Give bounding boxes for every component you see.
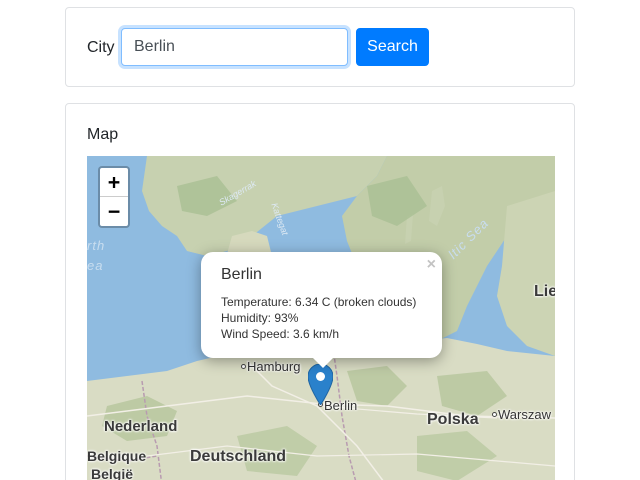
- location-marker-icon[interactable]: [308, 364, 333, 405]
- north-sea-label-1: rth: [87, 238, 106, 253]
- zoom-control: + −: [98, 166, 130, 228]
- search-card: City Search: [65, 7, 575, 87]
- warszawa-label: Warszaw: [498, 407, 551, 422]
- map-card: Map Skagerrak Kattegat ltic Sea rth ea L…: [65, 103, 575, 480]
- map-view[interactable]: Skagerrak Kattegat ltic Sea rth ea Lie H…: [87, 156, 555, 480]
- nederland-label: Nederland: [104, 418, 178, 435]
- hamburg-label: Hamburg: [247, 359, 301, 374]
- map-title: Map: [87, 126, 119, 143]
- belgique-label: Belgique: [87, 448, 147, 464]
- popup-temperature: Temperature: 6.34 C (broken clouds): [221, 295, 417, 309]
- weather-popup: × Berlin Temperature: 6.34 C (broken clo…: [201, 252, 442, 368]
- zoom-in-button[interactable]: +: [100, 168, 128, 197]
- city-input[interactable]: [121, 28, 348, 66]
- popup-wind-speed: Wind Speed: 3.6 km/h: [221, 327, 340, 341]
- search-button[interactable]: Search: [356, 28, 429, 66]
- popup-close-button[interactable]: ×: [427, 256, 436, 274]
- zoom-out-button[interactable]: −: [100, 197, 128, 226]
- popup-humidity: Humidity: 93%: [221, 311, 299, 325]
- hamburg-dot: [241, 364, 246, 369]
- popup-tip: [313, 358, 333, 368]
- warszawa-dot: [492, 412, 497, 417]
- city-label: City: [87, 39, 115, 56]
- polska-label: Polska: [427, 411, 479, 428]
- deutschland-label: Deutschland: [190, 448, 287, 465]
- popup-title: Berlin: [221, 266, 262, 283]
- north-sea-label-2: ea: [87, 258, 104, 273]
- lithuania-label: Lie: [534, 283, 555, 300]
- belgie-label: België: [91, 466, 134, 480]
